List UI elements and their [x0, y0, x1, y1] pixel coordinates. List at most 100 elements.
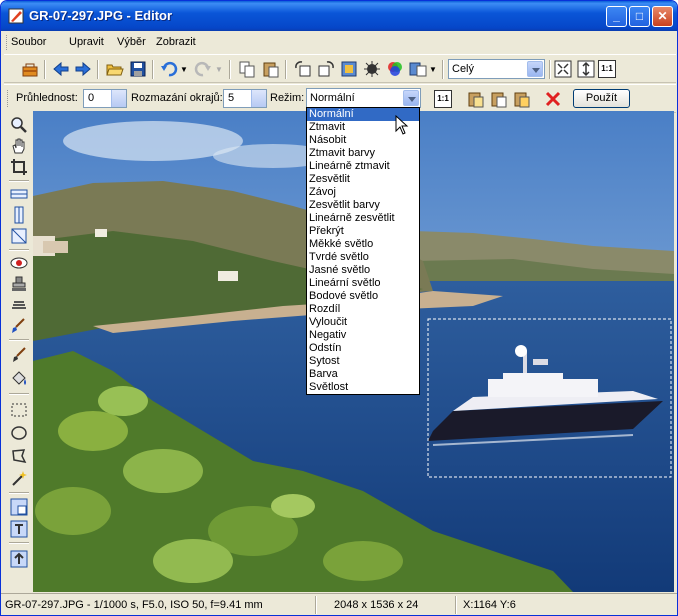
toolbar-separator: [152, 60, 154, 79]
toolbar-separator: [442, 60, 444, 79]
back-arrow-icon[interactable]: [52, 60, 70, 78]
menubar-grip: [6, 35, 9, 50]
spinner-arrows-icon[interactable]: [111, 90, 126, 107]
toolbar-grip: [7, 90, 10, 107]
redo-dropdown-icon[interactable]: ▼: [215, 65, 223, 74]
close-button[interactable]: ✕: [652, 6, 673, 27]
blend-mode-option[interactable]: Jasné světlo: [307, 264, 419, 277]
apply-button[interactable]: Použít: [573, 89, 630, 108]
status-divider: [455, 596, 457, 614]
red-eye-icon[interactable]: [10, 254, 28, 272]
blend-mode-option[interactable]: Vyloučit: [307, 316, 419, 329]
layer-icon[interactable]: [10, 498, 28, 516]
blend-mode-option[interactable]: Násobit: [307, 134, 419, 147]
magic-wand-icon[interactable]: [10, 469, 28, 487]
coords-status: X:1164 Y:6: [463, 599, 516, 611]
save-disk-icon[interactable]: [129, 60, 147, 78]
paintbrush-icon[interactable]: [10, 346, 28, 364]
blend-mode-option[interactable]: Lineárně zesvětlit: [307, 212, 419, 225]
fill-bucket-icon[interactable]: [10, 370, 28, 388]
main-toolbar: ▼ ▼ ▼ Celý 1:1: [4, 54, 676, 83]
ellipse-select-icon[interactable]: [10, 424, 28, 442]
chevron-down-icon[interactable]: [403, 90, 419, 106]
rect-select-icon[interactable]: [10, 401, 28, 419]
blend-mode-option[interactable]: Ztmavit barvy: [307, 147, 419, 160]
menu-soubor[interactable]: Soubor: [11, 36, 46, 48]
blend-mode-option[interactable]: Odstín: [307, 342, 419, 355]
blend-mode-option[interactable]: Zesvětlit barvy: [307, 199, 419, 212]
zoom-icon[interactable]: [10, 116, 28, 134]
convert-icon[interactable]: [409, 60, 427, 78]
sharpen-icon[interactable]: [363, 60, 381, 78]
horizontal-line-icon[interactable]: [10, 185, 28, 203]
redo-icon[interactable]: [194, 60, 212, 78]
undo-dropdown-icon[interactable]: ▼: [180, 65, 188, 74]
blend-mode-option[interactable]: Světlost: [307, 381, 419, 394]
export-icon[interactable]: [10, 550, 28, 568]
paste-selection-icon[interactable]: [467, 90, 485, 108]
blend-mode-option[interactable]: Sytost: [307, 355, 419, 368]
undo-icon[interactable]: [160, 60, 178, 78]
blend-mode-value: Normální: [310, 92, 355, 104]
maximize-button[interactable]: □: [629, 6, 650, 27]
zoom-value: Celý: [452, 63, 475, 75]
blend-mode-option[interactable]: Závoj: [307, 186, 419, 199]
brush-color-icon[interactable]: [10, 317, 28, 335]
menu-vyber[interactable]: Výběr: [117, 36, 146, 48]
blend-mode-dropdown-list[interactable]: Normální Ztmavit Násobit Ztmavit barvy Lineá…: [306, 107, 420, 395]
hand-pan-icon[interactable]: [10, 137, 28, 155]
cancel-x-icon[interactable]: [544, 90, 562, 108]
toolbar-separator: [549, 60, 551, 79]
rotate-right-icon[interactable]: [317, 60, 335, 78]
mouse-cursor-icon: [395, 115, 409, 135]
title-bar[interactable]: GR-07-297.JPG - Editor _ □ ✕: [1, 1, 677, 31]
forward-arrow-icon[interactable]: [74, 60, 92, 78]
blur-spinner[interactable]: 5: [223, 89, 267, 108]
spinner-arrows-icon[interactable]: [251, 90, 266, 107]
blend-mode-combo[interactable]: Normální: [306, 88, 421, 108]
straighten-icon[interactable]: [10, 227, 28, 245]
blend-mode-option[interactable]: Tvrdé světlo: [307, 251, 419, 264]
clone-stamp-icon[interactable]: [10, 275, 28, 293]
color-wheel-icon[interactable]: [386, 60, 404, 78]
copy-icon[interactable]: [238, 60, 256, 78]
convert-dropdown-icon[interactable]: ▼: [429, 65, 437, 74]
smudge-icon[interactable]: [10, 296, 28, 314]
one-to-one-button[interactable]: 1:1: [434, 90, 452, 108]
window-title: GR-07-297.JPG - Editor: [29, 8, 173, 23]
menu-zobrazit[interactable]: Zobrazit: [156, 36, 196, 48]
blend-mode-option[interactable]: Měkké světlo: [307, 238, 419, 251]
chevron-down-icon[interactable]: [527, 61, 543, 77]
blend-mode-option[interactable]: Zesvětlit: [307, 173, 419, 186]
tool-palette: [4, 112, 33, 592]
text-icon[interactable]: [10, 520, 28, 538]
blend-mode-option[interactable]: Lineární světlo: [307, 277, 419, 290]
zoom-combo[interactable]: Celý: [448, 59, 545, 79]
toolbox-icon[interactable]: [21, 60, 39, 78]
minimize-button[interactable]: _: [606, 6, 627, 27]
paste-new-icon[interactable]: [490, 90, 508, 108]
rotate-left-icon[interactable]: [294, 60, 312, 78]
palette-separator: [9, 393, 29, 395]
blend-mode-option[interactable]: Bodové světlo: [307, 290, 419, 303]
vertical-line-icon[interactable]: [10, 206, 28, 224]
blend-mode-option[interactable]: Negativ: [307, 329, 419, 342]
blend-mode-option[interactable]: Lineárně ztmavit: [307, 160, 419, 173]
resize-icon[interactable]: [340, 60, 358, 78]
paste-icon[interactable]: [262, 60, 280, 78]
lasso-select-icon[interactable]: [10, 447, 28, 465]
blend-mode-option[interactable]: Rozdíl: [307, 303, 419, 316]
palette-separator: [9, 180, 29, 182]
open-folder-icon[interactable]: [106, 60, 124, 78]
blend-mode-option[interactable]: Překrýt: [307, 225, 419, 238]
actual-size-button[interactable]: 1:1: [598, 60, 616, 78]
blur-value: 5: [228, 92, 235, 104]
fit-window-icon[interactable]: [554, 60, 572, 78]
paste-layer-icon[interactable]: [513, 90, 531, 108]
menu-upravit[interactable]: Upravit: [69, 36, 104, 48]
toolbar-separator: [44, 60, 46, 79]
blend-mode-option[interactable]: Barva: [307, 368, 419, 381]
opacity-spinner[interactable]: 0: [83, 89, 127, 108]
fit-height-icon[interactable]: [577, 60, 595, 78]
crop-icon[interactable]: [10, 158, 28, 176]
